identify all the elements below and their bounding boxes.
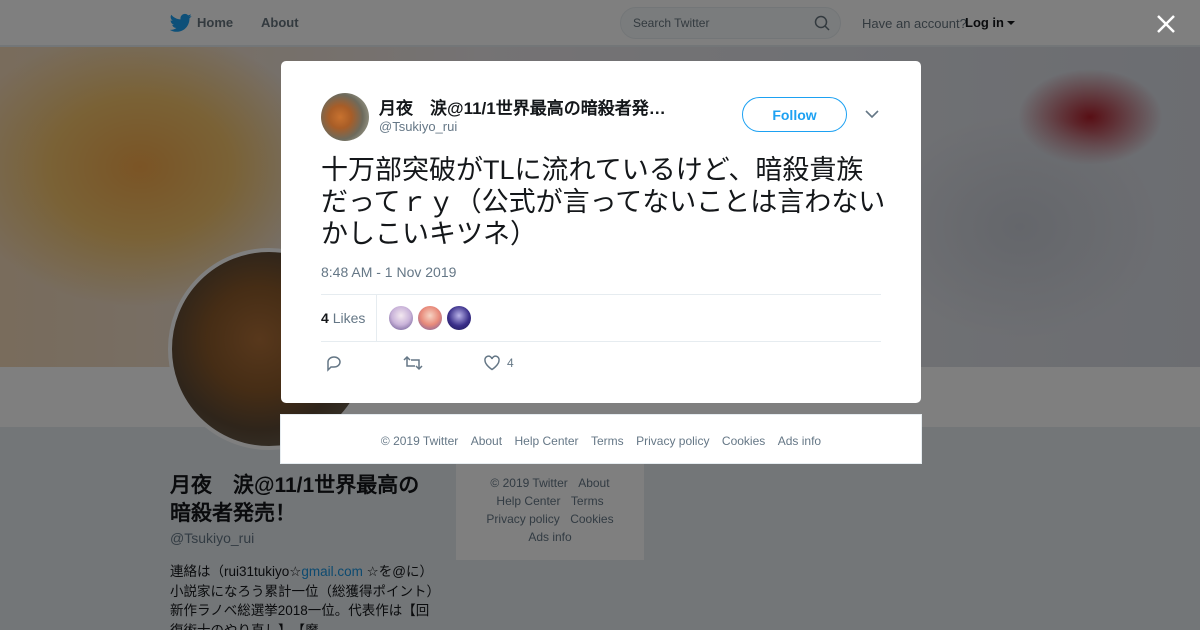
tweet-stats: 4 Likes (321, 294, 881, 342)
tweet-author-handle[interactable]: @Tsukiyo_rui (379, 119, 457, 134)
likes-count: 4 (321, 310, 329, 326)
likes-label: Likes (332, 310, 366, 326)
tweet-actions: 4 (321, 351, 881, 375)
liker-avatar[interactable] (389, 306, 413, 330)
modal-footer-cookies[interactable]: Cookies (722, 434, 765, 448)
stats-divider (376, 295, 377, 341)
follow-button[interactable]: Follow (742, 97, 847, 132)
tweet-text: 十万部突破がTLに流れているけど、暗殺貴族だってｒｙ（公式が言ってないことは言わ… (321, 155, 886, 249)
modal-footer-ads[interactable]: Ads info (778, 434, 821, 448)
modal-footer: © 2019 Twitter About Help Center Terms P… (280, 414, 922, 464)
like-action[interactable]: 4 (483, 354, 514, 372)
like-action-count: 4 (507, 356, 514, 370)
retweet-icon (403, 355, 423, 371)
tweet-author-avatar[interactable] (321, 93, 369, 141)
tweet-author-name[interactable]: 月夜 涙@11/1世界最高の暗殺者発… (379, 94, 699, 119)
modal-footer-about[interactable]: About (471, 434, 502, 448)
modal-footer-privacy[interactable]: Privacy policy (636, 434, 709, 448)
liker-avatar[interactable] (418, 306, 442, 330)
modal-footer-terms[interactable]: Terms (591, 434, 624, 448)
modal-footer-help[interactable]: Help Center (515, 434, 579, 448)
reply-icon (327, 356, 341, 372)
tweet-timestamp[interactable]: 8:48 AM - 1 Nov 2019 (321, 264, 456, 280)
likes-stat[interactable]: 4 Likes (321, 310, 365, 326)
tweet-modal: 月夜 涙@11/1世界最高の暗殺者発… @Tsukiyo_rui Follow … (281, 61, 921, 403)
liker-avatar[interactable] (447, 306, 471, 330)
close-icon[interactable] (1155, 13, 1177, 35)
heart-icon (484, 355, 500, 371)
reply-action[interactable] (325, 354, 343, 372)
modal-footer-copyright: © 2019 Twitter (380, 434, 459, 448)
chevron-down-icon[interactable] (865, 109, 879, 119)
retweet-action[interactable] (402, 354, 424, 372)
